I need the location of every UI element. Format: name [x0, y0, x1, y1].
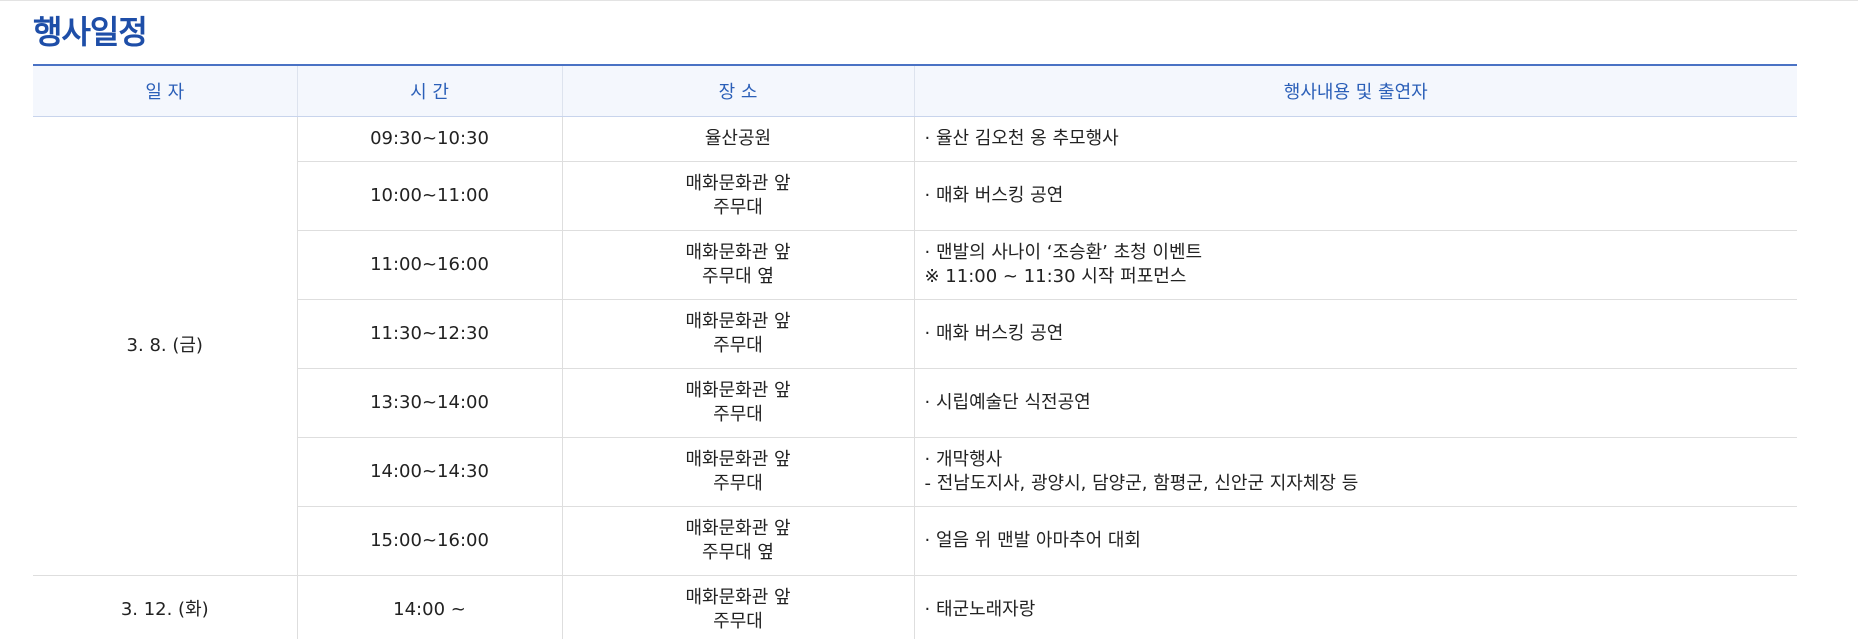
- column-header-place: 장 소: [561, 64, 914, 117]
- place-line: 주무대 옆: [702, 266, 774, 287]
- content-line: · 맨발의 사나이 ‘조승환’ 초청 이벤트: [924, 242, 1203, 263]
- place-line: 주무대: [713, 473, 763, 494]
- content-cell: · 율산 김오천 옹 추모행사: [913, 116, 1797, 162]
- content-cell: · 매화 버스킹 공연: [913, 299, 1797, 369]
- place-line: 매화문화관 앞: [685, 242, 791, 263]
- page-title: 행사일정: [33, 13, 148, 51]
- place-cell: 매화문화관 앞 주무대: [561, 437, 914, 507]
- place-line: 매화문화관 앞: [685, 173, 791, 194]
- place-line: 주무대: [713, 335, 763, 356]
- place-cell: 매화문화관 앞 주무대: [561, 161, 914, 231]
- table-row: 3. 12. (화) 14:00 ~ 매화문화관 앞 주무대 · 태군노래자랑: [33, 575, 1797, 639]
- content-cell: · 맨발의 사나이 ‘조승환’ 초청 이벤트 ※ 11:00 ~ 11:30 시…: [913, 230, 1797, 300]
- place-line: 매화문화관 앞: [685, 449, 791, 470]
- place-line: 율산공원: [704, 128, 772, 149]
- table-row: 14:00~14:30 매화문화관 앞 주무대 · 개막행사 - 전남도지사, …: [33, 437, 1797, 507]
- content-line: · 매화 버스킹 공연: [924, 185, 1064, 206]
- time-cell: 11:30~12:30: [296, 299, 562, 369]
- content-line: · 얼음 위 맨발 아마추어 대회: [924, 530, 1142, 551]
- content-cell: · 시립예술단 식전공연: [913, 368, 1797, 438]
- time-cell: 14:00~14:30: [296, 437, 562, 507]
- place-line: 주무대 옆: [702, 542, 774, 563]
- time-cell: 15:00~16:00: [296, 506, 562, 576]
- time-cell: 11:00~16:00: [296, 230, 562, 300]
- place-line: 매화문화관 앞: [685, 587, 791, 608]
- date-cell: 3. 8. (금): [33, 116, 297, 576]
- page: 행사일정 일 자 시 간 장 소 행사내용 및 출연자 3. 8. (금) 09…: [0, 0, 1858, 639]
- time-cell: 13:30~14:00: [296, 368, 562, 438]
- table-row: 15:00~16:00 매화문화관 앞 주무대 옆 · 얼음 위 맨발 아마추어…: [33, 506, 1797, 576]
- time-cell: 10:00~11:00: [296, 161, 562, 231]
- column-header-date: 일 자: [33, 64, 297, 117]
- place-cell: 매화문화관 앞 주무대: [561, 368, 914, 438]
- column-header-time: 시 간: [296, 64, 562, 117]
- date-cell: 3. 12. (화): [33, 575, 297, 639]
- content-line: · 율산 김오천 옹 추모행사: [924, 128, 1119, 149]
- content-line: · 매화 버스킹 공연: [924, 323, 1064, 344]
- time-cell: 14:00 ~: [296, 575, 562, 639]
- place-line: 매화문화관 앞: [685, 380, 791, 401]
- content-cell: · 개막행사 - 전남도지사, 광양시, 담양군, 함평군, 신안군 지자체장 …: [913, 437, 1797, 507]
- content-line: - 전남도지사, 광양시, 담양군, 함평군, 신안군 지자체장 등: [924, 473, 1359, 494]
- table-row: 10:00~11:00 매화문화관 앞 주무대 · 매화 버스킹 공연: [33, 161, 1797, 231]
- place-line: 매화문화관 앞: [685, 518, 791, 539]
- place-line: 주무대: [713, 197, 763, 218]
- content-line: ※ 11:00 ~ 11:30 시작 퍼포먼스: [924, 266, 1187, 287]
- place-cell: 매화문화관 앞 주무대 옆: [561, 230, 914, 300]
- table-row: 13:30~14:00 매화문화관 앞 주무대 · 시립예술단 식전공연: [33, 368, 1797, 438]
- content-line: · 태군노래자랑: [924, 599, 1036, 620]
- place-cell: 율산공원: [561, 116, 914, 162]
- table-header-row: 일 자 시 간 장 소 행사내용 및 출연자: [33, 64, 1797, 117]
- place-line: 매화문화관 앞: [685, 311, 791, 332]
- table-row: 11:30~12:30 매화문화관 앞 주무대 · 매화 버스킹 공연: [33, 299, 1797, 369]
- place-cell: 매화문화관 앞 주무대: [561, 575, 914, 639]
- column-header-content: 행사내용 및 출연자: [913, 64, 1797, 117]
- time-cell: 09:30~10:30: [296, 116, 562, 162]
- content-line: · 개막행사: [924, 449, 1003, 470]
- content-cell: · 태군노래자랑: [913, 575, 1797, 639]
- place-line: 주무대: [713, 404, 763, 425]
- content-cell: · 얼음 위 맨발 아마추어 대회: [913, 506, 1797, 576]
- table-row: 11:00~16:00 매화문화관 앞 주무대 옆 · 맨발의 사나이 ‘조승환…: [33, 230, 1797, 300]
- place-cell: 매화문화관 앞 주무대: [561, 299, 914, 369]
- content-line: · 시립예술단 식전공연: [924, 392, 1091, 413]
- content-cell: · 매화 버스킹 공연: [913, 161, 1797, 231]
- place-line: 주무대: [713, 611, 763, 632]
- table-row: 3. 8. (금) 09:30~10:30 율산공원 · 율산 김오천 옹 추모…: [33, 116, 1797, 576]
- place-cell: 매화문화관 앞 주무대 옆: [561, 506, 914, 576]
- event-schedule-table: 일 자 시 간 장 소 행사내용 및 출연자 3. 8. (금) 09:30~1…: [33, 64, 1797, 639]
- top-divider: [0, 0, 1858, 1]
